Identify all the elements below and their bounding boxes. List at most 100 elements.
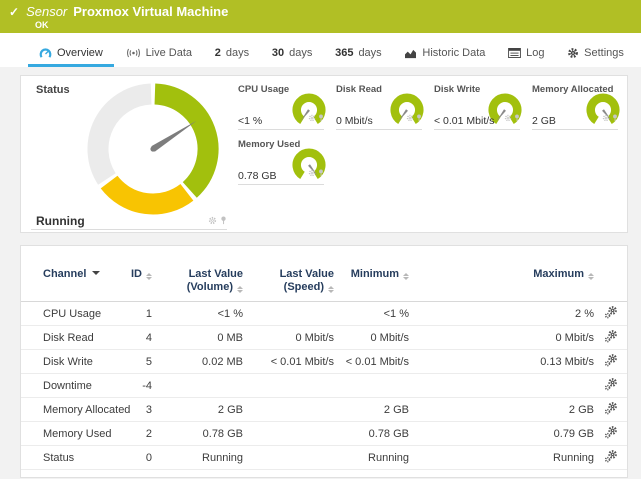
tab-365-days[interactable]: 365 days [332,39,385,67]
table-row: Downtime -4 [21,374,627,398]
mini-gauge-cell: Disk Write < 0.01 Mbit/s [434,84,520,130]
cell-maximum: 0.79 GB [409,422,594,446]
tab-overview[interactable]: Overview [36,39,106,67]
column-header-last-value-volume[interactable]: Last Value(Volume) [152,246,243,302]
cell-channel-id: 5 [126,350,152,374]
cell-last-value-speed [243,302,334,326]
tab-settings[interactable]: Settings [564,39,627,67]
channel-pin-icon[interactable] [612,109,618,127]
tab-live-data-label: Live Data [146,47,192,59]
status-value-row: Running [31,212,227,230]
tab-live-data[interactable]: Live Data [123,39,195,67]
tab-30-days[interactable]: 30 days [269,39,316,67]
channel-settings-gears-icon[interactable] [604,382,618,394]
mini-gauge-value: 0.78 GB [238,170,277,182]
column-header-actions [594,246,627,302]
table-header-row: Channel ID Last Value(Volume) Last Value… [21,246,627,302]
column-header-id[interactable]: ID [126,246,152,302]
channel-table: Channel ID Last Value(Volume) Last Value… [21,246,627,470]
cell-last-value-speed [243,374,334,398]
cell-channel-name: Downtime [21,374,126,398]
channel-pin-icon[interactable] [318,164,324,182]
cell-last-value-volume [152,374,243,398]
status-gauge-title: Status [36,84,70,96]
cell-maximum [409,374,594,398]
table-row: Memory Allocated 3 2 GB 2 GB 2 GB [21,398,627,422]
cell-maximum: 0 Mbit/s [409,326,594,350]
area-chart-icon [404,48,417,59]
column-header-last-value-speed[interactable]: Last Value(Speed) [243,246,334,302]
channel-settings-gears-icon[interactable] [604,430,618,442]
sort-icon [403,273,409,280]
cell-channel-name: Disk Write [21,350,126,374]
gauge-icon [39,47,52,59]
tab-historic-data-label: Historic Data [422,47,485,59]
tab-overview-label: Overview [57,47,103,59]
channel-gear-icon[interactable] [602,109,610,127]
channel-pin-icon[interactable] [220,212,227,230]
cell-minimum: <1 % [334,302,409,326]
broadcast-icon [126,48,141,58]
channel-settings-gears-icon[interactable] [604,358,618,370]
cell-minimum [334,374,409,398]
cell-last-value-volume: 0.78 GB [152,422,243,446]
channel-pin-icon[interactable] [318,109,324,127]
table-row: Disk Write 5 0.02 MB < 0.01 Mbit/s < 0.0… [21,350,627,374]
sort-icon [146,273,152,280]
tab-2-days-label: days [226,47,249,59]
table-row: Memory Used 2 0.78 GB 0.78 GB 0.79 GB [21,422,627,446]
mini-gauges-grid: CPU Usage <1 % Disk Read 0 Mbit/s Disk W… [238,84,622,185]
sensor-header-bar: ✓ Sensor Proxmox Virtual Machine OK [0,0,641,33]
column-header-minimum[interactable]: Minimum [334,246,409,302]
tab-365-days-label: days [358,47,381,59]
tab-2-days[interactable]: 2 days [212,39,252,67]
channel-pin-icon[interactable] [416,109,422,127]
cell-last-value-speed: 0 Mbit/s [243,326,334,350]
cell-minimum: 0.78 GB [334,422,409,446]
cell-minimum: 0 Mbit/s [334,326,409,350]
tab-30-days-label: days [289,47,312,59]
status-ok-check-icon: ✓ [9,5,19,20]
mini-gauge-value: 0 Mbit/s [336,115,373,127]
tab-settings-label: Settings [584,47,624,59]
channel-gear-icon[interactable] [308,109,316,127]
channel-settings-gears-icon[interactable] [604,406,618,418]
log-list-icon [508,48,521,58]
channel-gear-icon[interactable] [504,109,512,127]
cell-channel-name: CPU Usage [21,302,126,326]
mini-gauge-value: < 0.01 Mbit/s [434,115,494,127]
cell-last-value-speed [243,398,334,422]
cell-minimum: < 0.01 Mbit/s [334,350,409,374]
gear-icon [567,47,579,59]
table-row: CPU Usage 1 <1 % <1 % 2 % [21,302,627,326]
column-header-maximum[interactable]: Maximum [409,246,594,302]
sort-icon [328,286,334,293]
column-header-channel[interactable]: Channel [21,246,126,302]
tab-historic-data[interactable]: Historic Data [401,39,488,67]
mini-gauge-value: 2 GB [532,115,556,127]
tab-log-label: Log [526,47,544,59]
sensor-tab-bar: Overview Live Data 2 days 30 days 365 da… [0,33,641,67]
tab-log[interactable]: Log [505,39,547,67]
channel-settings-gears-icon[interactable] [604,454,618,466]
table-row: Disk Read 4 0 MB 0 Mbit/s 0 Mbit/s 0 Mbi… [21,326,627,350]
cell-last-value-volume: 0 MB [152,326,243,350]
channel-pin-icon[interactable] [514,109,520,127]
status-value: Running [31,214,85,228]
gauge-needle [151,121,196,152]
channel-settings-gears-icon[interactable] [604,334,618,346]
cell-last-value-speed [243,446,334,470]
channel-settings-gears-icon[interactable] [604,310,618,322]
channel-gear-icon[interactable] [308,164,316,182]
overview-gauges-panel: Status Running CPU Usage <1 % Disk Read [20,75,628,233]
sort-icon [588,273,594,280]
cell-channel-name: Status [21,446,126,470]
channel-gear-icon[interactable] [406,109,414,127]
cell-last-value-speed: < 0.01 Mbit/s [243,350,334,374]
prtg-sensor-page: { "header": { "kind": "Sensor", "title":… [0,0,641,479]
channel-gear-icon[interactable] [208,212,217,230]
mini-gauge-cell: CPU Usage <1 % [238,84,324,130]
cell-maximum: 2 GB [409,398,594,422]
cell-last-value-volume: Running [152,446,243,470]
mini-gauge-cell: Memory Allocated 2 GB [532,84,618,130]
